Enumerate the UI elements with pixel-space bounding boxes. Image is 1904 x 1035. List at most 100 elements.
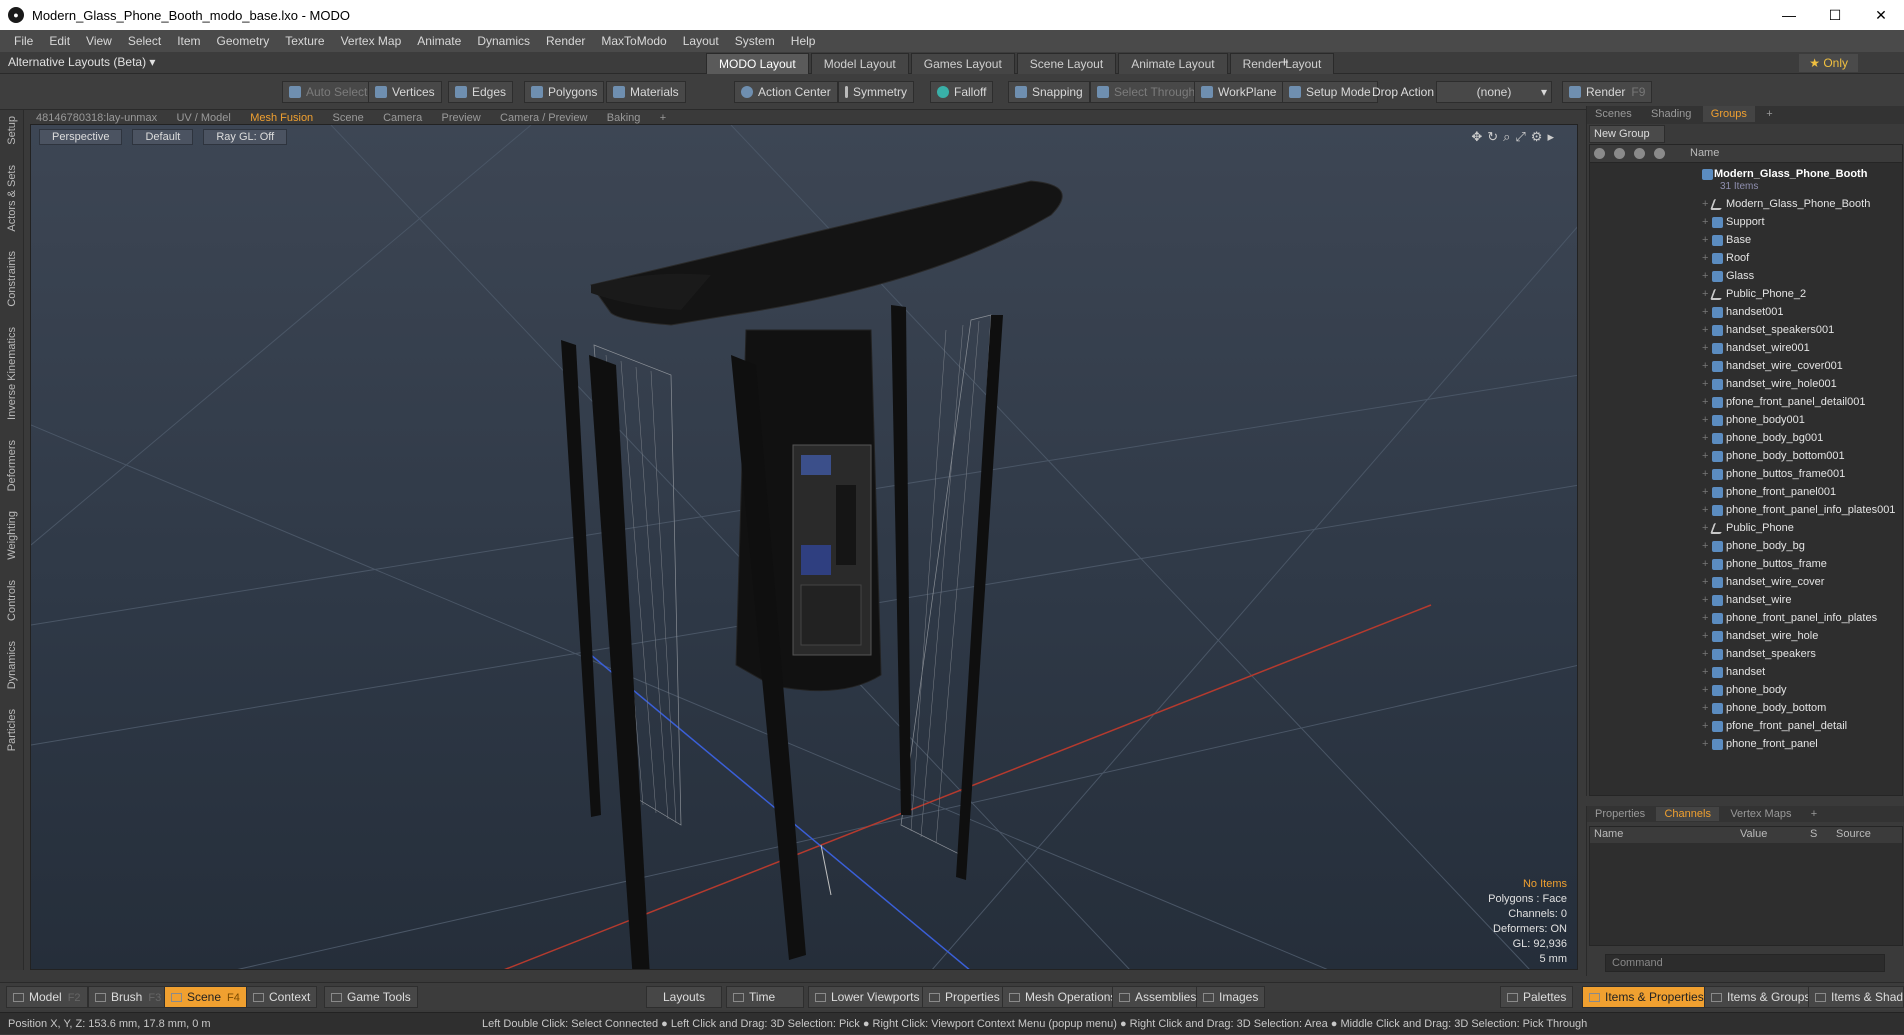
add-layout-button[interactable]: +	[1280, 54, 1289, 71]
shading-mode-dropdown[interactable]: Default	[132, 129, 194, 145]
lower-viewports-button[interactable]: Lower Viewports	[808, 986, 927, 1008]
menu-select[interactable]: Select	[120, 34, 169, 48]
group-item-row[interactable]: + phone_front_panel_info_plates001	[1590, 501, 1902, 519]
menu-edit[interactable]: Edit	[41, 34, 78, 48]
close-button[interactable]: ✕	[1858, 0, 1904, 30]
render-button[interactable]: Render F9	[1562, 81, 1653, 103]
strip-tab-deformers[interactable]: Deformers	[6, 434, 18, 497]
group-item-row[interactable]: + handset_wire_cover001	[1590, 357, 1902, 375]
palettes-button[interactable]: Palettes	[1500, 986, 1574, 1008]
group-item-row[interactable]: + phone_buttos_frame	[1590, 555, 1902, 573]
materials-button[interactable]: Materials	[606, 81, 686, 103]
group-item-row[interactable]: + pfone_front_panel_detail001	[1590, 393, 1902, 411]
add-viewport-tab-button[interactable]: +	[652, 111, 674, 125]
expand-icon[interactable]: +	[1702, 663, 1708, 681]
expand-icon[interactable]: +	[1702, 465, 1708, 483]
expand-icon[interactable]: +	[1702, 681, 1708, 699]
expand-icon[interactable]: +	[1702, 339, 1708, 357]
expand-icon[interactable]: +	[1702, 483, 1708, 501]
tab-camera[interactable]: Camera	[375, 111, 430, 125]
expand-icon[interactable]: +	[1702, 429, 1708, 447]
group-item-row[interactable]: + phone_body_bottom001	[1590, 447, 1902, 465]
select-through-button[interactable]: Select Through	[1090, 81, 1203, 103]
tab-camera-preview[interactable]: Camera / Preview	[492, 111, 595, 125]
tab-scene-layout[interactable]: Scene Layout	[1016, 53, 1117, 75]
command-input[interactable]: Command	[1605, 954, 1885, 972]
images-button[interactable]: Images	[1196, 986, 1266, 1008]
expand-icon[interactable]: +	[1702, 735, 1708, 753]
menu-view[interactable]: View	[78, 34, 120, 48]
expand-icon[interactable]: +	[1702, 285, 1708, 303]
tab-vertex-maps[interactable]: Vertex Maps	[1722, 807, 1799, 821]
auto-select-button[interactable]: Auto Select	[282, 81, 375, 103]
snapping-button[interactable]: Snapping	[1008, 81, 1090, 103]
channel-value-header[interactable]: Value	[1740, 828, 1767, 840]
model-button[interactable]: Model F2	[6, 986, 88, 1008]
expand-icon[interactable]: +	[1702, 195, 1708, 213]
only-toggle[interactable]: ★ Only	[1799, 54, 1858, 72]
viewport-nav-icons[interactable]: ✥↻⌕⤢⚙▸	[1471, 129, 1559, 145]
expand-icon[interactable]: +	[1702, 609, 1708, 627]
game-tools-button[interactable]: Game Tools	[324, 986, 418, 1008]
group-item-row[interactable]: + phone_body001	[1590, 411, 1902, 429]
items-groups-button[interactable]: Items & Groups	[1704, 986, 1818, 1008]
view-mode-dropdown[interactable]: Perspective	[39, 129, 123, 145]
strip-tab-constraints[interactable]: Constraints	[6, 245, 18, 313]
menu-item[interactable]: Item	[169, 34, 208, 48]
menu-maxtomodo[interactable]: MaxToModo	[593, 34, 674, 48]
add-channels-tab-button[interactable]: +	[1803, 807, 1825, 821]
expand-icon[interactable]: +	[1702, 357, 1708, 375]
group-item-row[interactable]: + Glass	[1590, 267, 1902, 285]
tab-uv-model[interactable]: UV / Model	[168, 111, 238, 125]
setup-mode-button[interactable]: Setup Mode	[1282, 81, 1378, 103]
group-item-row[interactable]: + handset_speakers001	[1590, 321, 1902, 339]
channel-source-header[interactable]: Source	[1836, 828, 1871, 840]
raygl-toggle[interactable]: Ray GL: Off	[203, 129, 288, 145]
expand-icon[interactable]: +	[1702, 573, 1708, 591]
tab-scene[interactable]: Scene	[325, 111, 372, 125]
tab-games-layout[interactable]: Games Layout	[910, 53, 1015, 75]
group-item-row[interactable]: + handset001	[1590, 303, 1902, 321]
tab-channels[interactable]: Channels	[1656, 807, 1719, 821]
menu-layout[interactable]: Layout	[675, 34, 727, 48]
strip-tab-dynamics[interactable]: Dynamics	[6, 635, 18, 695]
group-item-row[interactable]: + Support	[1590, 213, 1902, 231]
strip-tab-particles[interactable]: Particles	[6, 703, 18, 757]
group-item-row[interactable]: + handset_speakers	[1590, 645, 1902, 663]
menu-help[interactable]: Help	[783, 34, 824, 48]
group-item-row[interactable]: + handset_wire_hole001	[1590, 375, 1902, 393]
scene-button[interactable]: Scene F4	[164, 986, 247, 1008]
expand-icon[interactable]: +	[1702, 627, 1708, 645]
tab-modo-layout[interactable]: MODO Layout	[706, 53, 809, 75]
tab-mesh-fusion[interactable]: Mesh Fusion	[242, 111, 321, 125]
group-item-row[interactable]: + handset_wire	[1590, 591, 1902, 609]
group-item-row[interactable]: + phone_front_panel001	[1590, 483, 1902, 501]
group-item-row[interactable]: + handset_wire_hole	[1590, 627, 1902, 645]
group-item-row[interactable]: + phone_front_panel_info_plates	[1590, 609, 1902, 627]
tab-model-layout[interactable]: Model Layout	[810, 53, 909, 75]
channel-name-header[interactable]: Name	[1594, 828, 1623, 840]
properties-button[interactable]: Properties	[922, 986, 1007, 1008]
add-panel-tab-button[interactable]: +	[1758, 106, 1780, 122]
expand-icon[interactable]: +	[1702, 699, 1708, 717]
strip-tab-setup[interactable]: Setup	[6, 110, 18, 151]
channel-s-header[interactable]: S	[1810, 828, 1817, 840]
tab-properties[interactable]: Properties	[1587, 807, 1653, 821]
group-item-row[interactable]: + phone_body_bottom	[1590, 699, 1902, 717]
menu-animate[interactable]: Animate	[409, 34, 469, 48]
workplane-button[interactable]: WorkPlane	[1194, 81, 1284, 103]
group-item-row[interactable]: + handset_wire_cover	[1590, 573, 1902, 591]
expand-icon[interactable]: +	[1702, 717, 1708, 735]
maximize-button[interactable]: ☐	[1812, 0, 1858, 30]
mesh-operations-button[interactable]: Mesh Operations	[1002, 986, 1124, 1008]
context-button[interactable]: Context	[246, 986, 318, 1008]
items-properties-button[interactable]: Items & Properties	[1582, 986, 1711, 1008]
items-shading-button[interactable]: Items & Shading	[1808, 986, 1904, 1008]
expand-icon[interactable]: +	[1702, 375, 1708, 393]
expand-icon[interactable]: +	[1702, 249, 1708, 267]
group-item-row[interactable]: + Public_Phone	[1590, 519, 1902, 537]
edges-button[interactable]: Edges	[448, 81, 514, 103]
expand-icon[interactable]: +	[1702, 411, 1708, 429]
expand-icon[interactable]: +	[1702, 519, 1708, 537]
new-group-button[interactable]: New Group	[1589, 125, 1665, 143]
